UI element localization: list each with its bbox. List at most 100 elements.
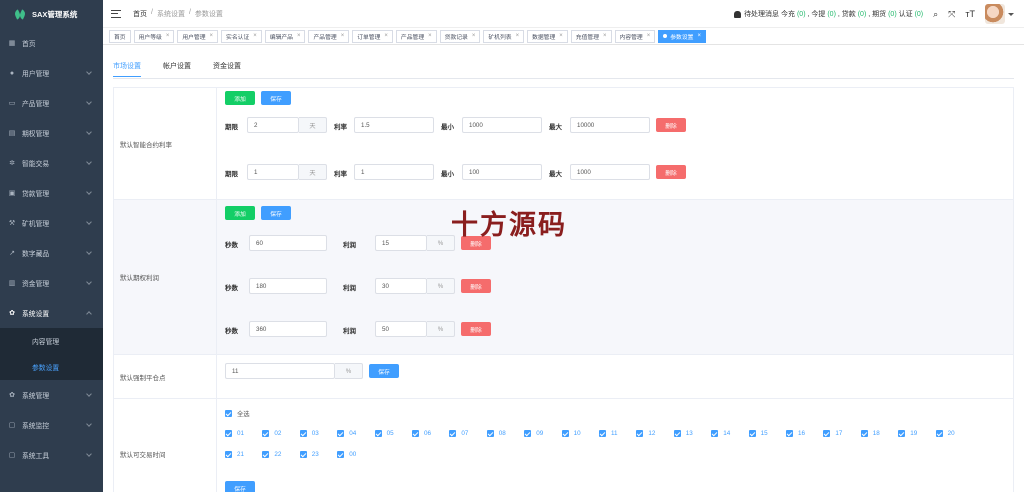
stat-loan-value[interactable]: (0) <box>858 11 867 18</box>
sidebar-item-funds[interactable]: ▥ 资金管理 <box>0 268 103 298</box>
brand[interactable]: SAX管理系统 <box>0 0 103 28</box>
tab-home[interactable]: 首页 <box>109 29 131 43</box>
breadcrumb-home[interactable]: 首页 <box>133 9 147 19</box>
tab-params[interactable]: 参数设置 × <box>658 29 706 43</box>
sidebar-item-home[interactable]: ▦ 首页 <box>0 28 103 58</box>
save-button[interactable]: 保存 <box>369 364 399 378</box>
close-icon[interactable]: × <box>428 33 432 39</box>
hour-checkbox[interactable]: 22 <box>262 451 281 458</box>
sidebar-item-miners[interactable]: ⚒ 矿机管理 <box>0 208 103 238</box>
tab-product-manage[interactable]: 产品管理 × <box>308 29 350 43</box>
seconds-input[interactable]: 360 <box>249 321 327 337</box>
stat-recharge-value[interactable]: (0) <box>797 11 806 18</box>
tab-user-manage[interactable]: 用户管理 × <box>177 29 219 43</box>
hour-checkbox[interactable]: 23 <box>299 451 319 458</box>
close-icon[interactable]: × <box>210 33 214 39</box>
save-button[interactable]: 保存 <box>261 206 291 220</box>
hour-checkbox[interactable]: 19 <box>898 430 917 437</box>
stat-futures-value[interactable]: (0) <box>888 11 897 18</box>
delete-button[interactable]: 删除 <box>461 322 491 336</box>
tab-data-manage[interactable]: 数据管理 × <box>527 29 568 43</box>
tab-fund-settings[interactable]: 资金设置 <box>213 61 241 77</box>
avatar[interactable] <box>985 4 1005 24</box>
rate-input[interactable]: 1 <box>354 164 434 180</box>
tab-content-manage[interactable]: 内容管理 × <box>614 29 656 43</box>
term-input[interactable]: 2 <box>247 117 299 133</box>
sidebar-subitem-params[interactable]: 参数设置 <box>0 354 103 380</box>
hour-checkbox[interactable]: 03 <box>299 430 319 437</box>
search-icon[interactable]: ⌕ <box>933 9 938 20</box>
hour-checkbox[interactable]: 07 <box>449 430 468 437</box>
tab-order-manage[interactable]: 订单管理 × <box>352 29 393 43</box>
tab-product-manage-2[interactable]: 产品管理 × <box>395 29 437 43</box>
delete-button[interactable]: 删除 <box>656 165 686 179</box>
close-icon[interactable]: × <box>559 33 563 39</box>
sidebar-item-monitor[interactable]: ▢ 系统监控 <box>0 410 103 440</box>
menu-toggle-icon[interactable] <box>111 9 121 18</box>
max-input[interactable]: 1000 <box>570 164 650 180</box>
close-icon[interactable]: × <box>297 33 301 39</box>
delete-button[interactable]: 删除 <box>656 118 686 132</box>
tab-loan-records[interactable]: 贷款记录 × <box>439 29 481 43</box>
tab-recharge-manage[interactable]: 充值管理 × <box>570 29 612 43</box>
sidebar-item-users[interactable]: ● 用户管理 <box>0 58 103 88</box>
hour-checkbox[interactable]: 06 <box>412 430 431 437</box>
seconds-input[interactable]: 180 <box>249 278 327 294</box>
profit-input[interactable]: 50 <box>375 321 427 337</box>
max-input[interactable]: 10000 <box>570 117 650 133</box>
close-icon[interactable]: × <box>384 33 388 39</box>
hour-checkbox[interactable]: 14 <box>711 430 730 437</box>
sidebar-item-products[interactable]: ▭ 产品管理 <box>0 88 103 118</box>
sidebar-item-smart-trading[interactable]: ✲ 智能交易 <box>0 148 103 178</box>
sidebar-item-system-settings[interactable]: ✿ 系统设置 <box>0 298 103 328</box>
hour-checkbox[interactable]: 18 <box>860 430 880 437</box>
hour-checkbox[interactable]: 16 <box>786 430 805 437</box>
hour-checkbox[interactable]: 20 <box>935 430 955 437</box>
hour-checkbox[interactable]: 08 <box>486 430 506 437</box>
sidebar-item-system-admin[interactable]: ✿ 系统管理 <box>0 380 103 410</box>
close-icon[interactable]: × <box>341 33 345 39</box>
term-input[interactable]: 1 <box>247 164 299 180</box>
sidebar-item-nft[interactable]: ↗ 数字藏品 <box>0 238 103 268</box>
select-all-checkbox[interactable]: 全选 <box>225 409 250 418</box>
tab-user-level[interactable]: 用户等级 × <box>133 29 175 43</box>
add-button[interactable]: 添加 <box>225 206 255 220</box>
close-icon[interactable]: × <box>516 33 520 39</box>
sidebar-item-tools[interactable]: ▢ 系统工具 <box>0 440 103 470</box>
close-icon[interactable]: × <box>472 33 476 39</box>
sidebar-subitem-content[interactable]: 内容管理 <box>0 328 103 354</box>
close-icon[interactable]: × <box>253 33 257 39</box>
sidebar-item-loans[interactable]: ▣ 贷款管理 <box>0 178 103 208</box>
profit-input[interactable]: 30 <box>375 278 427 294</box>
stat-withdraw-value[interactable]: (0) <box>827 11 836 18</box>
rate-input[interactable]: 1.5 <box>354 117 434 133</box>
profit-input[interactable]: 15 <box>375 235 427 251</box>
tab-edit-product[interactable]: 编辑产品 × <box>264 29 306 43</box>
close-icon[interactable]: × <box>603 33 607 39</box>
close-icon[interactable]: × <box>697 33 701 39</box>
tab-market-settings[interactable]: 市场设置 <box>113 61 141 77</box>
hour-checkbox[interactable]: 09 <box>524 430 543 437</box>
hour-checkbox[interactable]: 04 <box>337 430 356 437</box>
font-size-icon[interactable]: тT <box>965 9 975 19</box>
hour-checkbox[interactable]: 01 <box>225 430 244 437</box>
bell-icon[interactable] <box>734 10 742 18</box>
hour-checkbox[interactable]: 10 <box>561 430 581 437</box>
save-button[interactable]: 保存 <box>261 91 291 105</box>
hour-checkbox[interactable]: 13 <box>673 430 693 437</box>
hour-checkbox[interactable]: 00 <box>337 451 356 458</box>
hour-checkbox[interactable]: 17 <box>823 430 842 437</box>
hour-checkbox[interactable]: 15 <box>748 430 768 437</box>
min-input[interactable]: 100 <box>462 164 542 180</box>
sidebar-item-options[interactable]: ▤ 期权管理 <box>0 118 103 148</box>
delete-button[interactable]: 删除 <box>461 279 491 293</box>
liquidation-input[interactable]: 11 <box>225 363 335 379</box>
hour-checkbox[interactable]: 21 <box>225 451 244 458</box>
add-button[interactable]: 添加 <box>225 91 255 105</box>
hour-checkbox[interactable]: 12 <box>636 430 655 437</box>
tab-kyc[interactable]: 实名认证 × <box>221 29 262 43</box>
tab-miner-list[interactable]: 矿机列表 × <box>483 29 525 43</box>
hour-checkbox[interactable]: 11 <box>599 430 618 437</box>
seconds-input[interactable]: 60 <box>249 235 327 251</box>
stat-auth-value[interactable]: (0) <box>915 11 924 18</box>
